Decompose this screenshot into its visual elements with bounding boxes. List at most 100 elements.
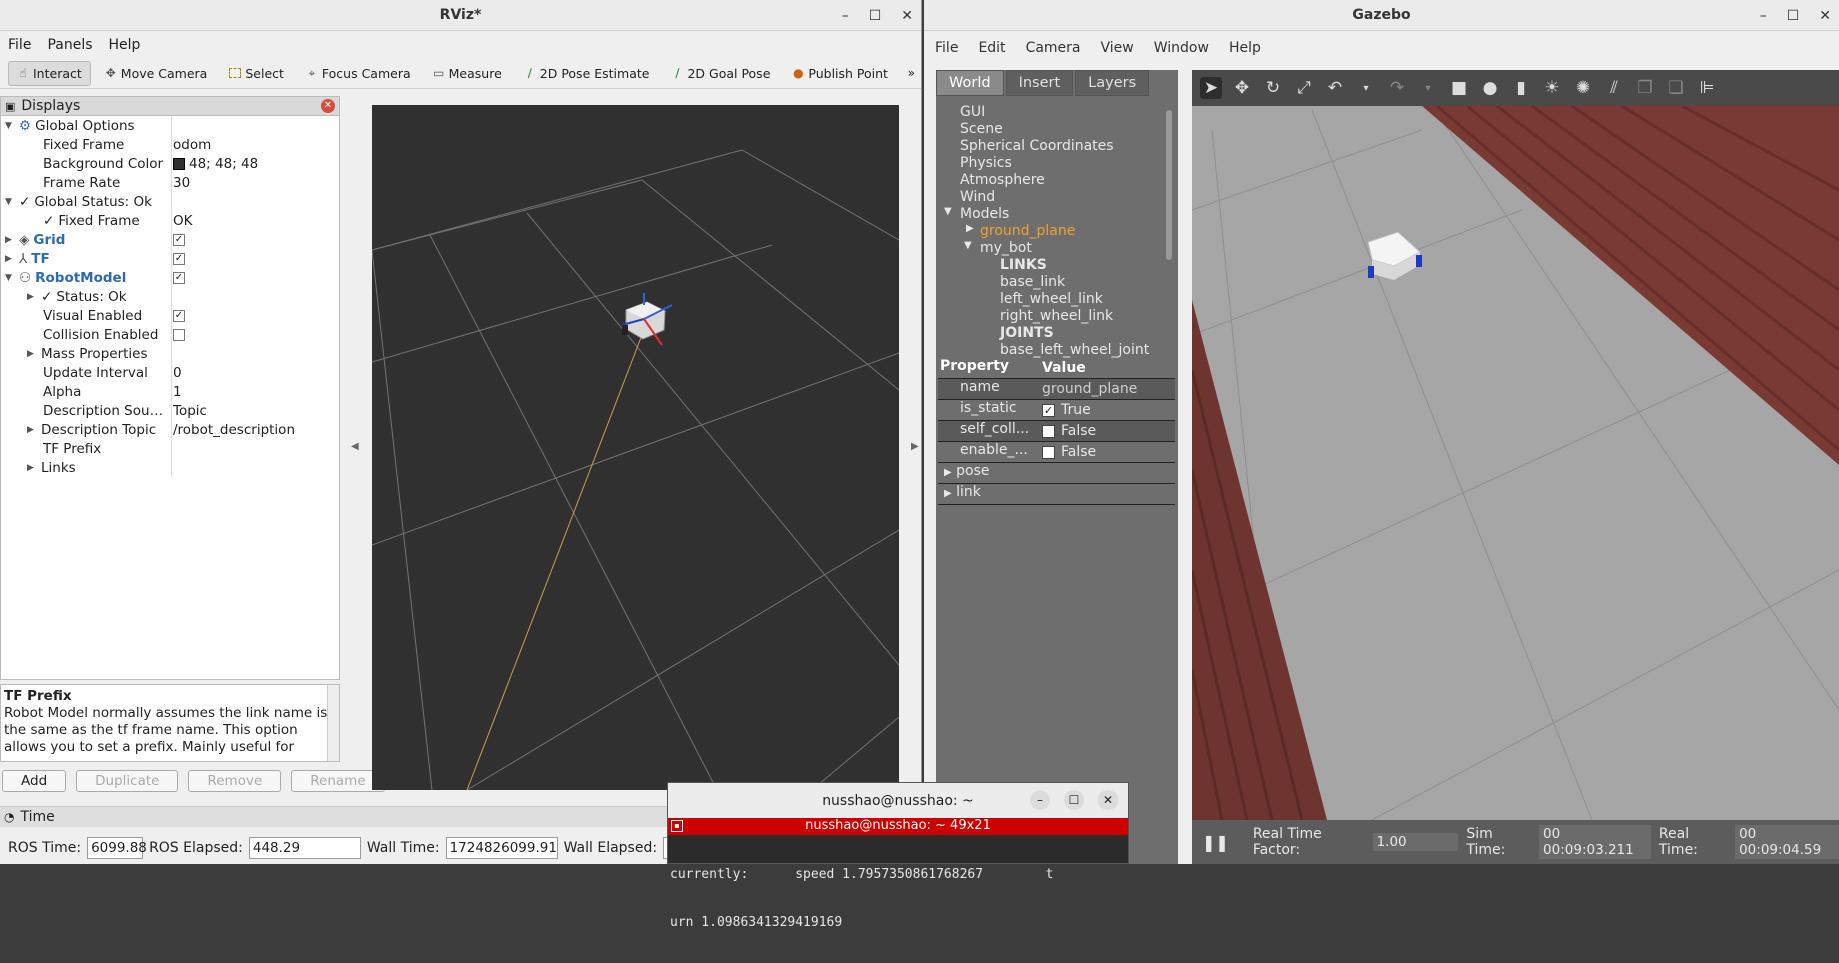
sun-icon[interactable]: ☀ [1541,77,1563,99]
close-icon[interactable]: ✕ [1098,790,1118,810]
grid-checkbox[interactable]: ✓ [173,233,185,246]
tab-layers[interactable]: Layers [1075,70,1150,96]
wall-time-field[interactable]: 1724826099.91 [445,837,558,859]
tab-world[interactable]: World [936,70,1004,96]
box-icon[interactable]: ■ [1448,77,1470,99]
color-swatch[interactable] [173,157,185,170]
tree-item-ground-plane[interactable]: ground_plane [980,223,1075,239]
tool-select[interactable]: Select [221,62,292,85]
tree-row-description-topic[interactable]: ▶ Description Topic/robot_description [1,420,339,439]
self-collide-checkbox[interactable] [1042,424,1055,438]
menu-help[interactable]: Help [109,37,141,53]
property-row-self-collide[interactable]: self_coll... False [938,421,1175,442]
tree-row-frame-rate[interactable]: Frame Rate 30 [1,173,339,192]
menu-camera[interactable]: Camera [1026,40,1081,56]
menu-window[interactable]: Window [1154,40,1209,56]
tree-row-fixed-frame[interactable]: Fixed Frame odom [1,135,339,154]
tool-2d-goal-pose[interactable]: ∕ 2D Goal Pose [663,62,778,85]
chevron-right-icon[interactable]: ▶ [944,488,952,499]
ros-time-field[interactable]: 6099.88 [87,837,147,859]
menu-edit[interactable]: Edit [978,40,1005,56]
tree-item-physics[interactable]: Physics [960,155,1012,171]
tree-row-alpha[interactable]: Alpha 1 [1,382,339,401]
chevron-right-icon[interactable]: ▶ [27,292,37,302]
chevron-down-icon[interactable]: ▼ [5,121,15,131]
help-scrollbar[interactable] [327,685,339,761]
chevron-right-icon[interactable]: ▶ [5,254,15,264]
sphere-icon[interactable]: ● [1479,77,1501,99]
minimize-icon[interactable]: – [1030,790,1050,810]
property-row-enable[interactable]: enable_... False [938,442,1175,463]
tool-measure[interactable]: ▭ Measure [425,62,510,85]
tree-item-joint[interactable]: base_left_wheel_joint [1000,342,1149,358]
maximize-icon[interactable]: ☐ [1064,790,1084,810]
splitter-right-arrow-icon[interactable]: ▶ [911,441,919,452]
tree-item-my-bot[interactable]: my_bot [980,240,1032,256]
property-row-pose[interactable]: ▶ pose [938,463,1175,484]
chevron-down-icon[interactable]: ▼ [964,240,972,251]
maximize-icon[interactable]: ☐ [1787,8,1800,24]
tree-scrollbar[interactable] [1166,110,1172,260]
collision-enabled-checkbox[interactable] [173,328,185,341]
maximize-icon[interactable]: ☐ [869,8,882,24]
tree-row-visual-enabled[interactable]: Visual Enabled ✓ [1,306,339,325]
property-value[interactable]: ground_plane [1038,379,1175,399]
tree-item-gui[interactable]: GUI [960,104,985,120]
menu-view[interactable]: View [1101,40,1134,56]
chevron-right-icon[interactable]: ▶ [966,223,974,234]
tree-row-global-options[interactable]: ▼ ⚙ Global Options [1,116,339,135]
gazebo-3d-viewport[interactable] [1192,70,1839,820]
minimize-icon[interactable]: – [1760,8,1767,24]
chevron-right-icon[interactable]: ▶ [27,425,37,435]
rviz-3d-viewport[interactable] [371,105,900,791]
duplicate-button[interactable]: Duplicate [76,770,179,792]
is-static-checkbox[interactable]: ✓ [1042,403,1055,417]
property-row-link[interactable]: ▶ link [938,484,1175,505]
menu-help[interactable]: Help [1229,40,1261,56]
tool-publish-point[interactable]: ● Publish Point [784,62,896,85]
select-mode-icon[interactable]: ➤ [1200,77,1222,99]
tool-move-camera[interactable]: ✥ Move Camera [97,62,216,85]
chevron-right-icon[interactable]: ▶ [27,463,37,473]
tree-row-global-status[interactable]: ▼ ✓ Global Status: Ok [1,192,339,211]
tree-row-gs-fixed-frame[interactable]: ✓ Fixed Frame OK [1,211,339,230]
terminal-output[interactable]: currently: speed 1.7957350861768267 t ur… [668,835,1128,963]
terminal-window[interactable]: nusshao@nusshao: ~ – ☐ ✕ ▪ nusshao@nussh… [667,782,1129,930]
tree-row-mass-properties[interactable]: ▶ Mass Properties [1,344,339,363]
close-icon[interactable]: ✕ [901,8,913,24]
redo-icon[interactable]: ↷ [1386,77,1408,99]
tree-item-right-wheel-link[interactable]: right_wheel_link [1000,308,1113,324]
bg-color-value[interactable]: 48; 48; 48 [189,156,258,172]
tree-item-spherical[interactable]: Spherical Coordinates [960,138,1114,154]
fixed-frame-value[interactable]: odom [173,137,211,153]
close-panel-icon[interactable]: ✕ [321,99,335,113]
copy-icon[interactable]: ❐ [1634,77,1656,99]
tree-row-description-source[interactable]: Description Sou… Topic [1,401,339,420]
frame-rate-value[interactable]: 30 [173,175,190,191]
paste-icon[interactable]: ❏ [1665,77,1687,99]
ros-elapsed-field[interactable]: 448.29 [248,837,361,859]
close-icon[interactable]: ✕ [1819,8,1831,24]
chevron-right-icon[interactable]: ▶ [27,349,37,359]
chevron-down-icon[interactable]: ▼ [944,206,952,217]
robotmodel-checkbox[interactable]: ✓ [173,271,185,284]
tree-row-background-color[interactable]: Background Color 48; 48; 48 [1,154,339,173]
minimize-icon[interactable]: – [842,8,849,24]
spot-light-icon[interactable]: ⫽ [1603,77,1625,99]
update-interval-value[interactable]: 0 [173,365,182,381]
menu-panels[interactable]: Panels [47,37,92,53]
tree-row-collision-enabled[interactable]: Collision Enabled [1,325,339,344]
align-icon[interactable]: ⊫ [1696,77,1718,99]
rotate-icon[interactable]: ↻ [1262,77,1284,99]
tree-item-base-link[interactable]: base_link [1000,274,1065,290]
alpha-value[interactable]: 1 [173,384,182,400]
point-light-icon[interactable]: ✺ [1572,77,1594,99]
menu-file[interactable]: File [8,37,31,53]
visual-enabled-checkbox[interactable]: ✓ [173,309,185,322]
property-row-is-static[interactable]: is_static ✓ True [938,400,1175,421]
enable-checkbox[interactable] [1042,445,1055,459]
tree-row-tf[interactable]: ▶ ⅄ TF ✓ [1,249,339,268]
tree-row-grid[interactable]: ▶ ◈ Grid ✓ [1,230,339,249]
translate-icon[interactable]: ✥ [1231,77,1253,99]
tree-item-atmosphere[interactable]: Atmosphere [960,172,1045,188]
